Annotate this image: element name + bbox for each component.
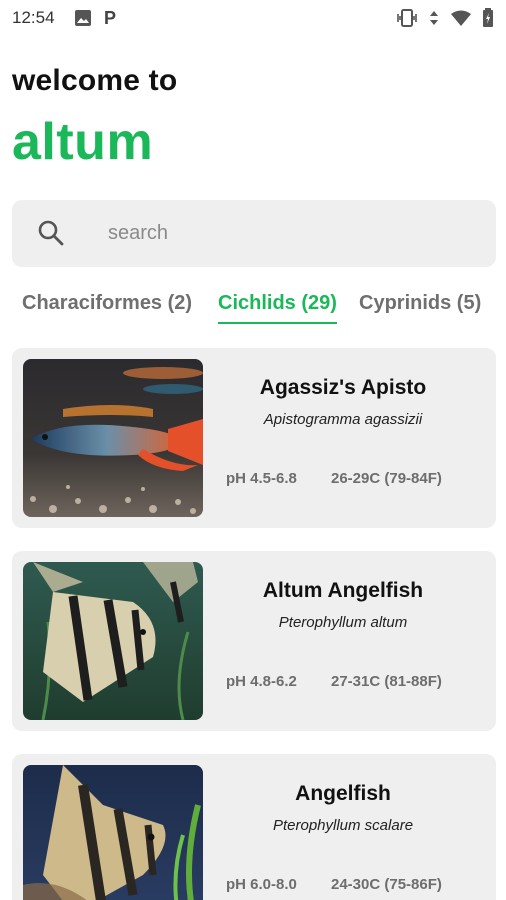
species-name: Altum Angelfish xyxy=(262,579,424,602)
species-photo xyxy=(23,765,203,900)
tab-label: Cyprinids (5) xyxy=(359,292,482,314)
tab-label: Characiformes (2) xyxy=(22,292,193,314)
species-temperature: 27-31C (81-88F) xyxy=(331,673,442,690)
species-photo xyxy=(23,359,203,517)
tab-cichlids[interactable]: Cichlids (29) xyxy=(218,292,337,324)
family-tabs: Characiformes (2) Cichlids (29) Cyprinid… xyxy=(0,292,506,328)
species-card[interactable]: Altum Angelfish Pterophyllum altum pH 4.… xyxy=(12,551,496,731)
species-card[interactable]: Agassiz's Apisto Apistogramma agassizii … xyxy=(12,348,496,528)
p-notification-icon: P xyxy=(104,8,117,28)
species-scientific-name: Pterophyllum altum xyxy=(278,614,408,631)
tab-label: Cichlids (29) xyxy=(218,292,337,314)
species-scientific-name: Pterophyllum scalare xyxy=(272,817,414,834)
tab-cyprinids[interactable]: Cyprinids (5) xyxy=(359,292,481,315)
species-temperature: 26-29C (79-84F) xyxy=(331,470,442,487)
species-card[interactable]: Angelfish Pterophyllum scalare pH 6.0-8.… xyxy=(12,754,496,900)
search-input[interactable]: search xyxy=(108,222,168,245)
vibrate-icon xyxy=(396,9,418,27)
species-name: Agassiz's Apisto xyxy=(259,376,427,399)
app-title: altum xyxy=(12,113,154,171)
species-ph: pH 4.5-6.8 xyxy=(226,470,297,487)
battery-icon xyxy=(482,8,494,28)
status-bar: 12:54 P xyxy=(0,0,506,36)
species-scientific-name: Apistogramma agassizii xyxy=(263,411,423,428)
tab-characiformes[interactable]: Characiformes (2) xyxy=(22,292,192,315)
active-tab-indicator xyxy=(218,322,337,324)
status-left-icons: P xyxy=(74,9,116,27)
welcome-heading: welcome to xyxy=(12,64,178,97)
wifi-icon xyxy=(450,9,472,27)
status-time: 12:54 xyxy=(12,8,55,27)
search-icon xyxy=(38,220,64,251)
status-right-icons xyxy=(396,8,494,28)
image-icon xyxy=(74,9,92,27)
species-ph: pH 4.8-6.2 xyxy=(226,673,297,690)
species-ph: pH 6.0-8.0 xyxy=(226,876,297,893)
data-arrows-icon xyxy=(428,9,440,27)
species-name: Angelfish xyxy=(295,782,391,805)
species-temperature: 24-30C (75-86F) xyxy=(331,876,442,893)
search-bar[interactable]: search xyxy=(12,200,496,267)
species-photo xyxy=(23,562,203,720)
